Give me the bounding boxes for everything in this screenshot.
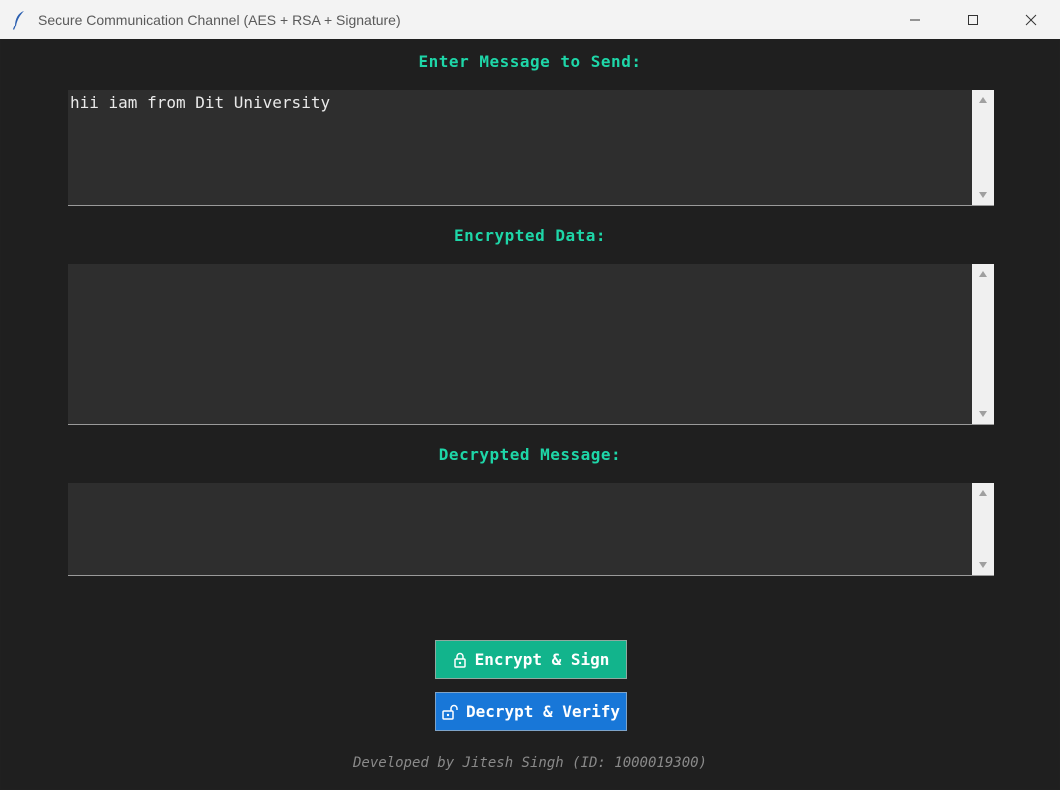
scroll-down-arrow-icon[interactable] [972, 187, 994, 203]
encrypt-sign-label: Encrypt & Sign [474, 650, 610, 669]
message-scrollbar[interactable] [972, 90, 994, 205]
developer-credit: Developed by Jitesh Singh (ID: 100001930… [352, 755, 707, 771]
message-textarea[interactable]: hii iam from Dit University [68, 90, 994, 206]
scroll-down-arrow-icon[interactable] [972, 406, 994, 422]
decrypted-scrollbar[interactable] [972, 483, 994, 575]
minimize-icon [910, 19, 920, 20]
title-bar: Secure Communication Channel (AES + RSA … [0, 0, 1060, 39]
feather-icon [0, 0, 38, 39]
maximize-icon [968, 14, 978, 25]
window-controls [886, 0, 1060, 39]
encrypt-sign-button[interactable]: Encrypt & Sign [435, 640, 627, 679]
window-title: Secure Communication Channel (AES + RSA … [38, 11, 401, 28]
message-label: Enter Message to Send: [418, 52, 642, 71]
encrypted-scrollbar[interactable] [972, 264, 994, 424]
close-button[interactable] [1002, 0, 1060, 39]
scroll-down-arrow-icon[interactable] [972, 557, 994, 573]
unlock-icon [442, 704, 458, 720]
decrypted-textarea[interactable] [68, 483, 994, 576]
message-text: hii iam from Dit University [70, 93, 331, 112]
minimize-button[interactable] [886, 0, 944, 39]
maximize-button[interactable] [944, 0, 1002, 39]
encrypted-textarea[interactable] [68, 264, 994, 425]
encrypted-label: Encrypted Data: [454, 226, 606, 245]
close-icon [1025, 14, 1037, 25]
decrypted-label: Decrypted Message: [438, 445, 622, 464]
scroll-up-arrow-icon[interactable] [972, 485, 994, 501]
lock-icon [453, 652, 466, 668]
scroll-up-arrow-icon[interactable] [972, 92, 994, 108]
decrypt-verify-button[interactable]: Decrypt & Verify [435, 692, 627, 731]
main-panel: Enter Message to Send: hii iam from Dit … [1, 39, 1059, 789]
scroll-up-arrow-icon[interactable] [972, 266, 994, 282]
decrypt-verify-label: Decrypt & Verify [465, 702, 621, 721]
